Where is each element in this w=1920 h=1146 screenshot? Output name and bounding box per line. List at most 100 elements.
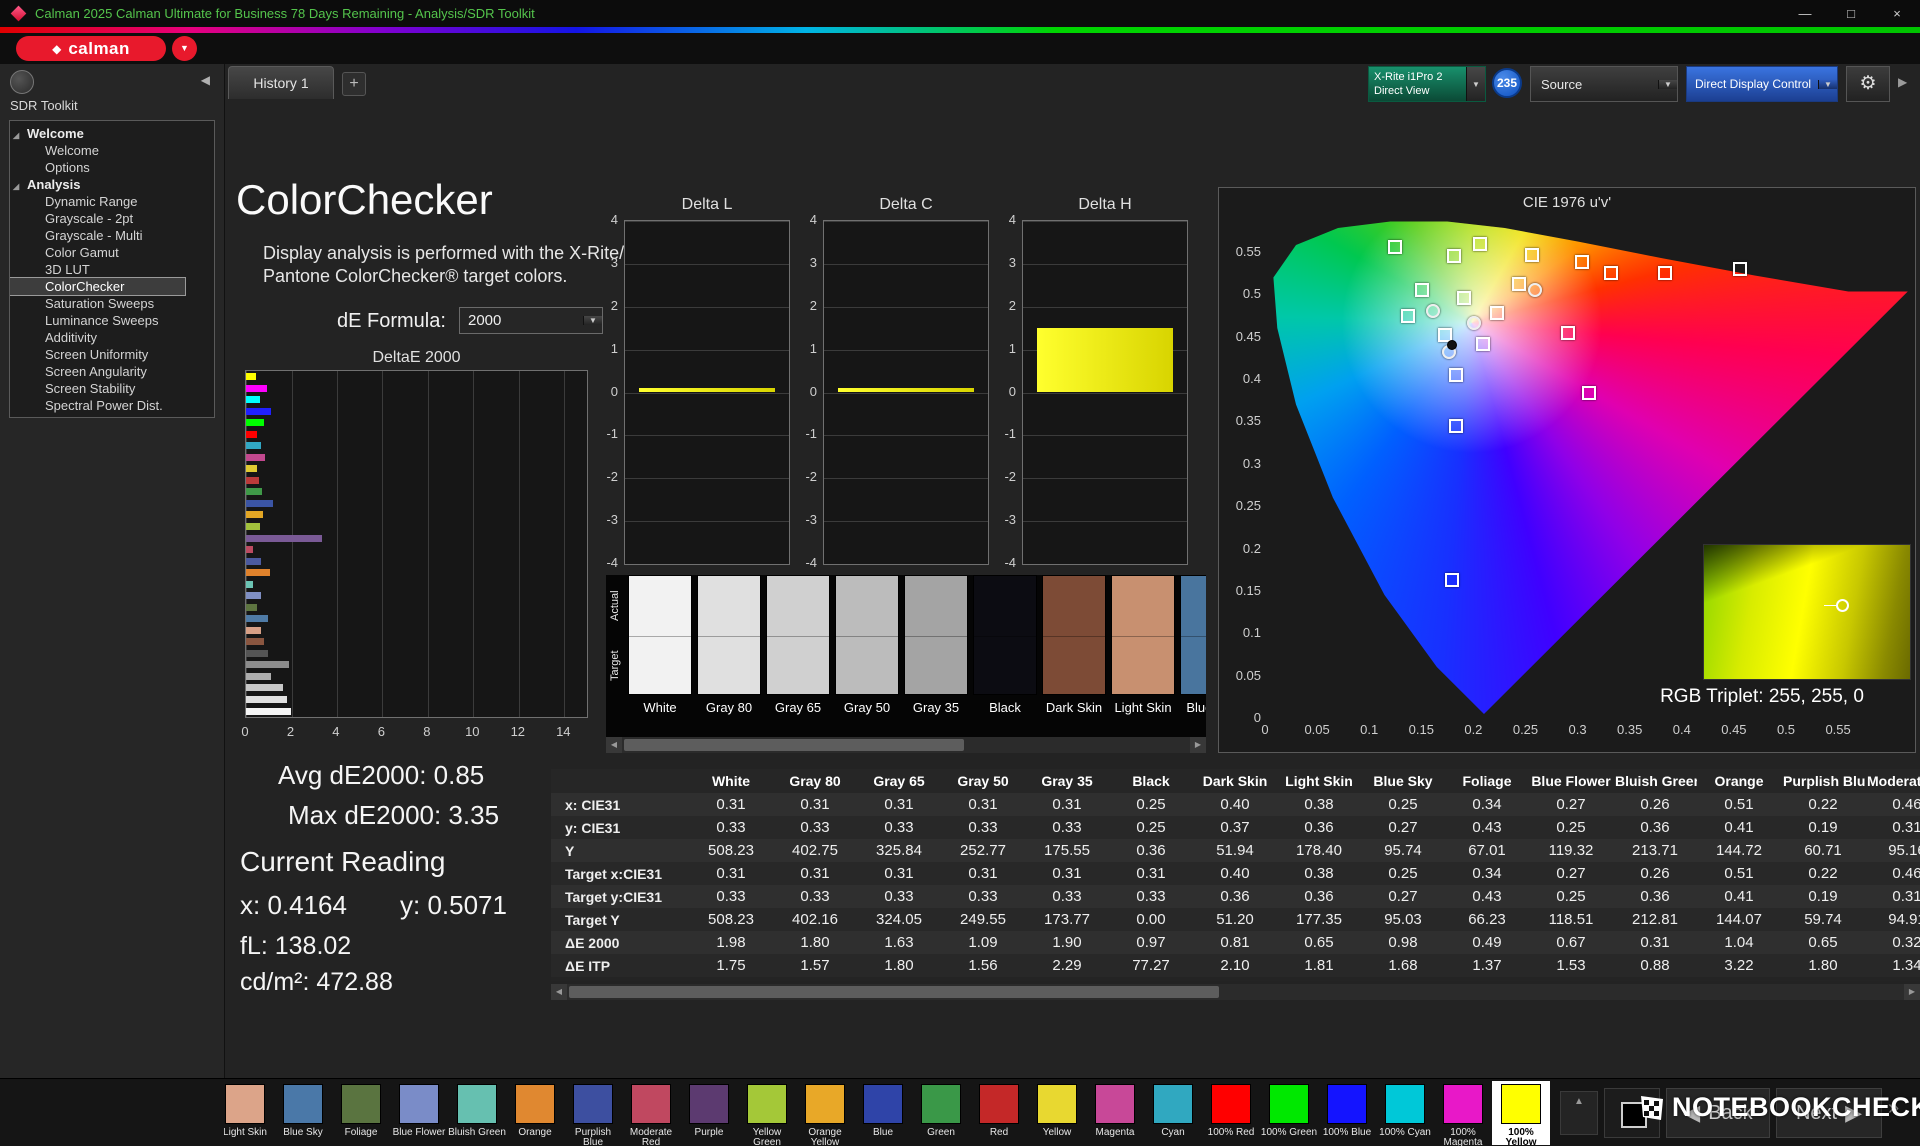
sidebar-item-colorchecker[interactable]: ColorChecker <box>10 277 186 296</box>
sidebar-item-color-gamut[interactable]: Color Gamut <box>10 244 214 261</box>
deltae-x-axis: 0 2 4 6 8 10 12 14 <box>241 722 605 742</box>
table-scroll-right-icon[interactable]: ▶ <box>1904 984 1920 1000</box>
page-description-line2: Pantone ColorChecker® target colors. <box>263 266 568 286</box>
palette-button-blue-sky[interactable]: Blue Sky <box>274 1081 332 1145</box>
palette-button-100-green[interactable]: 100% Green <box>1260 1081 1318 1145</box>
table-cell: 0.40 <box>1220 796 1250 813</box>
table-cell: 0.46 <box>1892 796 1920 813</box>
table-cell: 402.16 <box>792 911 838 928</box>
sidebar-item-dynamic-range[interactable]: Dynamic Range <box>10 193 214 210</box>
delta-c-y-axis: 4 3 2 1 0 -1 -2 -3 -4 <box>787 212 821 570</box>
sidebar-item-grayscale-2pt[interactable]: Grayscale - 2pt <box>10 210 214 227</box>
palette-expand-button[interactable]: ▲ <box>1560 1091 1598 1135</box>
notebookcheck-watermark: NOTEBOOKCHECK <box>1638 1092 1920 1123</box>
palette-label: Cyan <box>1161 1127 1185 1138</box>
de-bar-cyan <box>246 442 261 450</box>
scroll-left-icon[interactable]: ◀ <box>606 737 622 753</box>
de-bar-100-blue <box>246 407 271 415</box>
sidebar-item-analysis[interactable]: Analysis <box>10 176 214 195</box>
table-scrollbar[interactable]: ◀ ▶ <box>551 984 1920 1000</box>
panel-collapse-right-icon[interactable]: ▶ <box>1898 75 1907 89</box>
sidebar-item-grayscale-multi[interactable]: Grayscale - Multi <box>10 227 214 244</box>
meter-dropdown[interactable]: X-Rite i1Pro 2 Direct View ▼ <box>1368 66 1486 102</box>
add-tab-button[interactable]: + <box>342 72 366 96</box>
maximize-button[interactable]: □ <box>1828 0 1874 27</box>
display-control-arrow-icon[interactable]: ▼ <box>1818 79 1837 89</box>
palette-button-foliage[interactable]: Foliage <box>332 1081 390 1145</box>
palette-button-red[interactable]: Red <box>970 1081 1028 1145</box>
source-dropdown[interactable]: Source ▼ <box>1530 66 1678 102</box>
palette-label: Yellow <box>1042 1127 1072 1138</box>
palette-button-cyan[interactable]: Cyan <box>1144 1081 1202 1145</box>
de-bar-light-skin <box>246 626 261 634</box>
palette-button-light-skin[interactable]: Light Skin <box>224 1081 274 1145</box>
swatch-scroll-thumb[interactable] <box>624 739 964 751</box>
palette-button-100-magenta[interactable]: 100% Magenta <box>1434 1081 1492 1146</box>
sidebar-home-button[interactable] <box>10 70 34 94</box>
sidebar-item-additivity[interactable]: Additivity <box>10 329 214 346</box>
sidebar-item-screen-angularity[interactable]: Screen Angularity <box>10 363 214 380</box>
table-cell: 0.67 <box>1556 934 1586 951</box>
palette-button-100-red[interactable]: 100% Red <box>1202 1081 1260 1145</box>
palette-button-100-blue[interactable]: 100% Blue <box>1318 1081 1376 1145</box>
palette-swatch <box>631 1084 671 1124</box>
table-cell: 0.36 <box>1136 842 1166 859</box>
palette-button-green[interactable]: Green <box>912 1081 970 1145</box>
tab-history-1[interactable]: History 1 <box>228 66 334 99</box>
sidebar-item-spectral-power-dist[interactable]: Spectral Power Dist. <box>10 397 214 414</box>
table-cell: 0.31 <box>1052 796 1082 813</box>
palette-button-orange[interactable]: Orange <box>506 1081 564 1145</box>
axis-tick: 3 <box>610 254 618 270</box>
sidebar-item-welcome[interactable]: Welcome <box>10 125 214 144</box>
table-cell: 0.34 <box>1472 865 1502 882</box>
minimize-button[interactable]: — <box>1782 0 1828 27</box>
gridline <box>625 521 789 523</box>
sidebar-item-screen-stability[interactable]: Screen Stability <box>10 380 214 397</box>
meter-dropdown-arrow-icon[interactable]: ▼ <box>1466 67 1485 101</box>
gridline <box>824 349 988 351</box>
palette-button-100-yellow[interactable]: 100% Yellow <box>1492 1081 1550 1146</box>
table-scroll-thumb[interactable] <box>569 986 1219 998</box>
axis-tick: 0.4 <box>1242 371 1261 386</box>
sidebar-item-saturation-sweeps[interactable]: Saturation Sweeps <box>10 295 214 312</box>
palette-button-magenta[interactable]: Magenta <box>1086 1081 1144 1145</box>
table-cell: 66.23 <box>1468 911 1506 928</box>
palette-button-100-cyan[interactable]: 100% Cyan <box>1376 1081 1434 1145</box>
palette-button-orange-yellow[interactable]: Orange Yellow <box>796 1081 854 1146</box>
table-cell: 0.31 <box>1892 819 1920 836</box>
table-cell: 0.00 <box>1136 911 1166 928</box>
palette-button-blue-flower[interactable]: Blue Flower <box>390 1081 448 1145</box>
palette-button-purple[interactable]: Purple <box>680 1081 738 1145</box>
scroll-right-icon[interactable]: ▶ <box>1190 737 1206 753</box>
delta-h-title: Delta H <box>1078 196 1132 213</box>
sidebar-item-luminance-sweeps[interactable]: Luminance Sweeps <box>10 312 214 329</box>
gridline <box>824 478 988 480</box>
column-header-blue-flower: Blue Flower <box>1529 769 1613 793</box>
row-label: Target x:CIE31 <box>565 865 662 882</box>
table-cell: 0.27 <box>1556 865 1586 882</box>
source-dropdown-arrow-icon[interactable]: ▼ <box>1658 79 1677 89</box>
table-scroll-left-icon[interactable]: ◀ <box>551 984 567 1000</box>
axis-tick: 14 <box>556 724 571 739</box>
palette-button-blue[interactable]: Blue <box>854 1081 912 1145</box>
palette-button-moderate-red[interactable]: Moderate Red <box>622 1081 680 1146</box>
palette-button-yellow[interactable]: Yellow <box>1028 1081 1086 1145</box>
de-formula-select[interactable]: 2000 ▼ <box>459 307 603 334</box>
sidebar-item-options[interactable]: Options <box>10 159 214 176</box>
axis-tick: -1 <box>805 426 817 442</box>
sidebar-item-3d-lut[interactable]: 3D LUT <box>10 261 214 278</box>
sidebar-item-welcome[interactable]: Welcome <box>10 142 214 159</box>
palette-button-purplish-blue[interactable]: Purplish Blue <box>564 1081 622 1146</box>
display-control-dropdown[interactable]: Direct Display Control ▼ <box>1686 66 1838 102</box>
palette-button-yellow-green[interactable]: Yellow Green <box>738 1081 796 1146</box>
axis-tick: 2 <box>610 297 618 313</box>
close-button[interactable]: × <box>1874 0 1920 27</box>
brand-menu-button[interactable]: ▼ <box>172 36 197 61</box>
table-cell: 0.81 <box>1220 934 1250 951</box>
sidebar-collapse-button[interactable]: ◀ <box>201 73 210 87</box>
swatch-scrollbar[interactable]: ◀ ▶ <box>606 737 1206 753</box>
palette-button-bluish-green[interactable]: Bluish Green <box>448 1081 506 1145</box>
settings-gear-button[interactable]: ⚙ <box>1846 66 1890 102</box>
sidebar-item-screen-uniformity[interactable]: Screen Uniformity <box>10 346 214 363</box>
page-title: ColorChecker <box>236 176 493 223</box>
